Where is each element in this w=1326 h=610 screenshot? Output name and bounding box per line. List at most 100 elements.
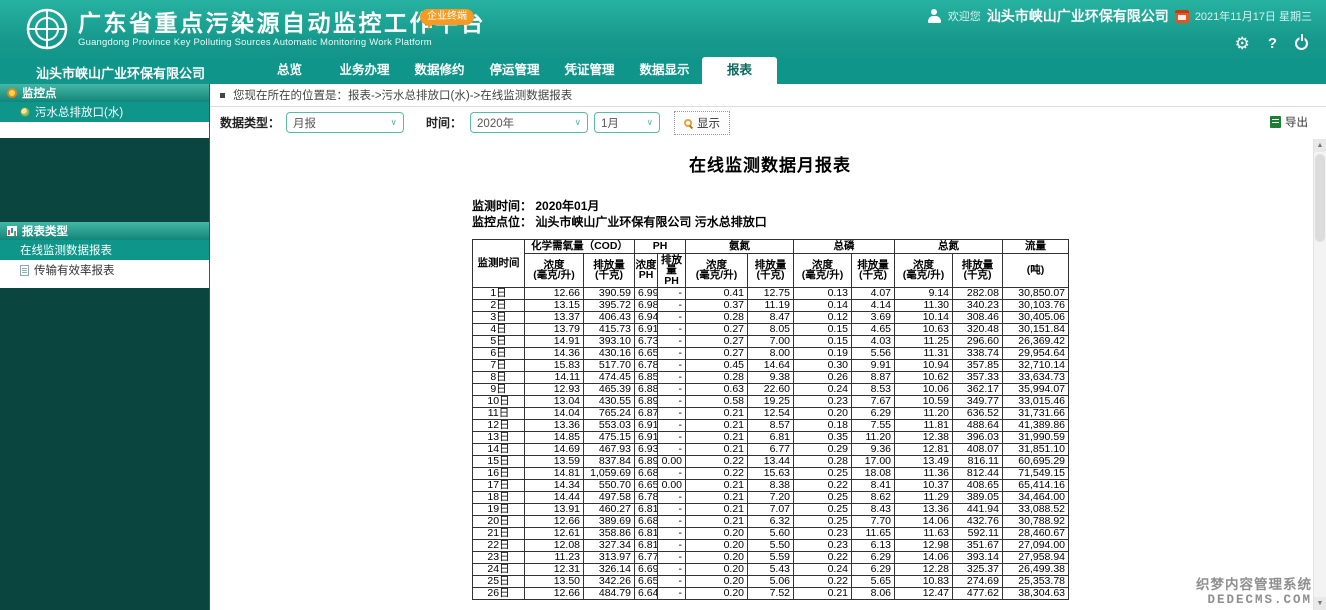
day-cell: 26日: [473, 588, 525, 600]
scroll-down-arrow-icon[interactable]: ▼: [1314, 597, 1326, 610]
tab-voucher-management[interactable]: 凭证管理: [552, 57, 627, 84]
table-row: 17日14.34550.706.650.000.218.380.228.4110…: [473, 480, 1069, 492]
gear-icon[interactable]: ⚙: [1235, 35, 1250, 52]
report-types-title: 报表类型: [22, 223, 68, 239]
value-cell: 430.55: [584, 396, 635, 408]
col-cod: 化学需氧量（COD）: [525, 240, 635, 254]
tab-overview[interactable]: 总览: [252, 57, 327, 84]
value-cell: 274.69: [953, 576, 1003, 588]
chevron-down-icon: ∨: [646, 117, 653, 128]
value-cell: 517.70: [584, 360, 635, 372]
value-cell: 550.70: [584, 480, 635, 492]
value-cell: 8.62: [852, 492, 895, 504]
value-cell: 14.34: [525, 480, 584, 492]
col-flow-unit: (吨): [1003, 253, 1069, 288]
day-cell: 5日: [473, 336, 525, 348]
year-value: 2020年: [477, 115, 514, 131]
day-cell: 20日: [473, 516, 525, 528]
value-cell: 484.79: [584, 588, 635, 600]
tab-data-display[interactable]: 数据显示: [627, 57, 702, 84]
export-button[interactable]: 导出: [1270, 114, 1308, 130]
value-cell: 6.68: [635, 468, 658, 480]
value-cell: 6.99: [635, 288, 658, 300]
report-area: 在线监测数据月报表 监测时间： 2020年01月 监控点位： 汕头市峡山广业环保…: [472, 151, 1068, 600]
report-table: 监测时间 化学需氧量（COD） PH 氨氮 总磷 总氮 流量 浓度 (毫克/升)…: [472, 239, 1069, 600]
day-cell: 1日: [473, 288, 525, 300]
value-cell: 6.29: [852, 408, 895, 420]
month-value: 1月: [601, 115, 619, 131]
value-cell: 7.52: [748, 588, 794, 600]
sidebar-item-wastewater-outlet[interactable]: 污水总排放口(水): [0, 102, 209, 122]
col-ph-emission: 排放量 PH: [658, 253, 686, 288]
sidebar-item-label: 污水总排放口(水): [35, 104, 123, 120]
value-cell: 26,499.38: [1003, 564, 1069, 576]
value-cell: 6.89: [635, 456, 658, 468]
header-company[interactable]: 汕头市峡山广业环保有限公司: [987, 6, 1169, 26]
sidebar-item-transmission-efficiency-report[interactable]: 传输有效率报表: [0, 260, 209, 280]
value-cell: 340.23: [953, 300, 1003, 312]
value-cell: 7.00: [748, 336, 794, 348]
tab-shutdown-management[interactable]: 停运管理: [477, 57, 552, 84]
sidebar-item-online-monitoring-report[interactable]: 在线监测数据报表: [0, 240, 209, 260]
value-cell: 27,094.00: [1003, 540, 1069, 552]
day-cell: 2日: [473, 300, 525, 312]
value-cell: 9.36: [852, 444, 895, 456]
col-cod-conc: 浓度 (毫克/升): [525, 253, 584, 288]
table-row: 19日13.91460.276.81-0.217.070.258.4313.36…: [473, 504, 1069, 516]
user-icon: [927, 9, 942, 23]
day-cell: 4日: [473, 324, 525, 336]
value-cell: 19.25: [748, 396, 794, 408]
value-cell: 14.91: [525, 336, 584, 348]
value-cell: 389.69: [584, 516, 635, 528]
year-select[interactable]: 2020年 ∨: [470, 112, 588, 133]
value-cell: 6.65: [635, 480, 658, 492]
value-cell: 11.19: [748, 300, 794, 312]
value-cell: 13.36: [895, 504, 953, 516]
value-cell: 10.14: [895, 312, 953, 324]
value-cell: 351.67: [953, 540, 1003, 552]
value-cell: 15.83: [525, 360, 584, 372]
value-cell: 38,304.63: [1003, 588, 1069, 600]
value-cell: 313.97: [584, 552, 635, 564]
help-icon[interactable]: ?: [1268, 35, 1277, 52]
day-cell: 12日: [473, 420, 525, 432]
value-cell: 14.64: [748, 360, 794, 372]
tab-data-revision[interactable]: 数据修约: [402, 57, 477, 84]
value-cell: 13.50: [525, 576, 584, 588]
value-cell: 816.11: [953, 456, 1003, 468]
value-cell: 13.44: [748, 456, 794, 468]
tab-reports[interactable]: 报表: [702, 57, 777, 84]
watermark-line2: DEDECMS.COM: [1196, 593, 1312, 607]
value-cell: 71,549.15: [1003, 468, 1069, 480]
value-cell: 11.63: [895, 528, 953, 540]
value-cell: -: [658, 516, 686, 528]
meta-monitoring-time: 监测时间： 2020年01月: [472, 198, 1068, 214]
scroll-up-arrow-icon[interactable]: ▲: [1314, 139, 1326, 152]
scrollbar-thumb[interactable]: [1315, 154, 1325, 242]
data-type-select[interactable]: 月报 ∨: [286, 112, 404, 133]
value-cell: -: [658, 288, 686, 300]
value-cell: 15.63: [748, 468, 794, 480]
value-cell: 6.29: [852, 552, 895, 564]
vertical-scrollbar[interactable]: ▲ ▼: [1313, 139, 1326, 610]
value-cell: 33,015.46: [1003, 396, 1069, 408]
table-row: 23日11.23313.976.77-0.205.590.226.2914.06…: [473, 552, 1069, 564]
value-cell: 13.91: [525, 504, 584, 516]
value-cell: 7.20: [748, 492, 794, 504]
day-cell: 18日: [473, 492, 525, 504]
value-cell: 6.73: [635, 336, 658, 348]
value-cell: -: [658, 384, 686, 396]
platform-logo-icon: [26, 8, 68, 50]
value-cell: 8.00: [748, 348, 794, 360]
value-cell: 10.62: [895, 372, 953, 384]
show-button[interactable]: 显示: [674, 111, 730, 135]
col-nitrogen-conc: 浓度 (毫克/升): [895, 253, 953, 288]
value-cell: 477.62: [953, 588, 1003, 600]
power-icon[interactable]: [1295, 37, 1308, 50]
value-cell: 0.20: [686, 528, 748, 540]
value-cell: 1,059.69: [584, 468, 635, 480]
month-select[interactable]: 1月 ∨: [594, 112, 660, 133]
tab-business[interactable]: 业务办理: [327, 57, 402, 84]
value-cell: -: [658, 564, 686, 576]
data-type-label: 数据类型：: [220, 114, 280, 131]
